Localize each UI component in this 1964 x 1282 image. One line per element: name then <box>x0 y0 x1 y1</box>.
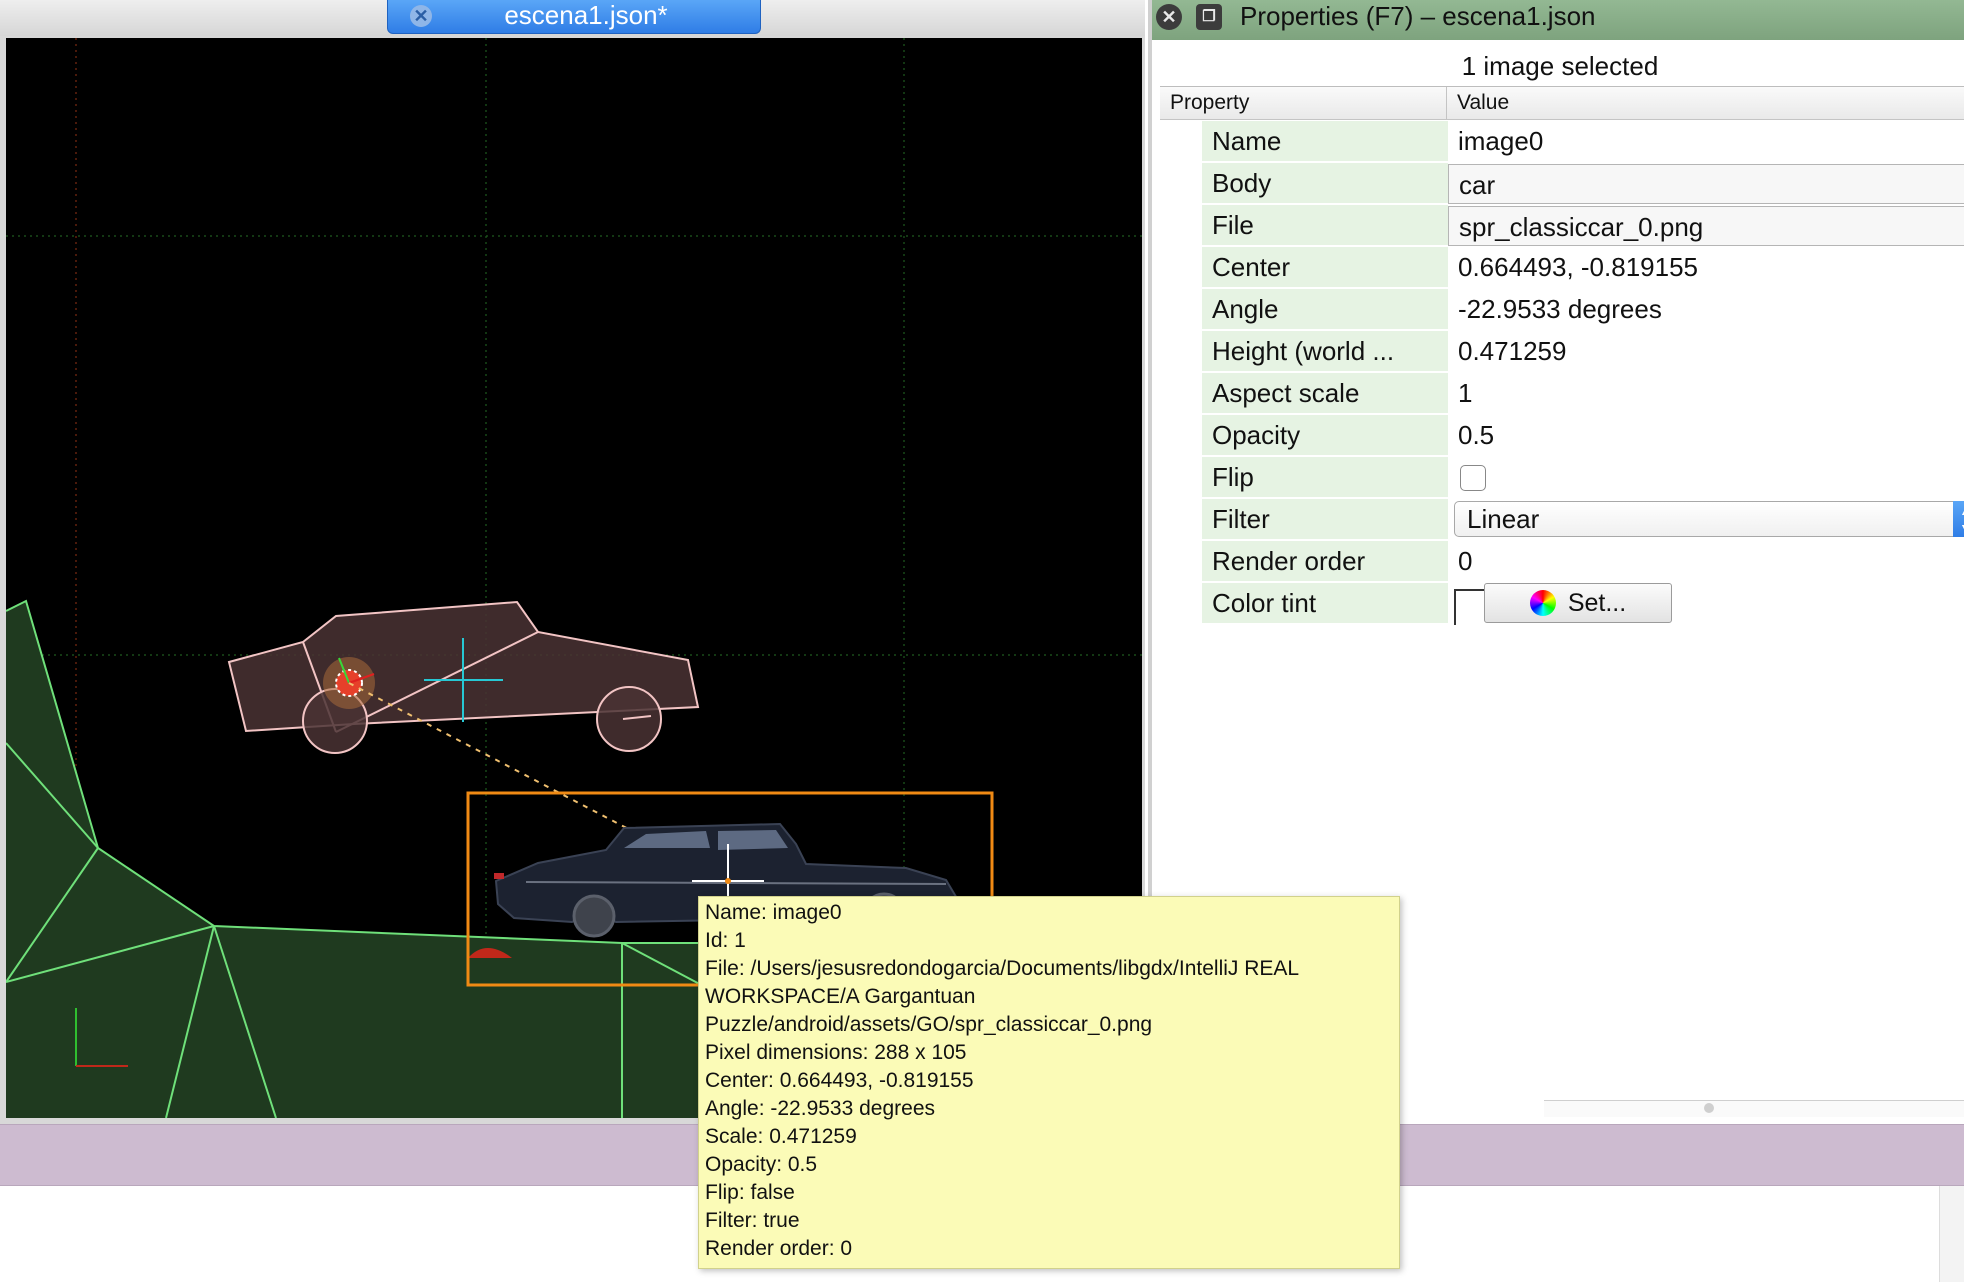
image-info-tooltip: Name: image0 Id: 1 File: /Users/jesusred… <box>698 896 1400 1269</box>
set-button-label: Set... <box>1567 589 1627 617</box>
set-color-button[interactable]: Set... <box>1484 583 1672 623</box>
tooltip-line: Opacity: 0.5 <box>705 1153 818 1176</box>
console-scrollbar[interactable] <box>1939 1186 1964 1282</box>
property-key: Name <box>1202 121 1448 161</box>
tooltip-line: Scale: 0.471259 <box>705 1125 857 1148</box>
name-value-field[interactable]: image0 <box>1448 121 1964 161</box>
height-value-field[interactable]: 0.471259 <box>1448 331 1964 371</box>
property-row-filter: Filter Linear ▲▼ <box>1160 499 1964 541</box>
property-key: Center <box>1202 247 1448 287</box>
color-tint-value-cell: Set... <box>1448 583 1964 625</box>
scroll-knob[interactable] <box>1704 1103 1714 1113</box>
column-header-property: Property <box>1170 91 1250 114</box>
property-key: Angle <box>1202 289 1448 329</box>
car-body-outline[interactable] <box>227 600 700 754</box>
tab-escena1[interactable]: ✕ escena1.json* <box>387 0 761 34</box>
property-row-body: Body car <box>1160 163 1964 205</box>
property-key: File <box>1202 205 1448 245</box>
properties-titlebar: ✕ ❐ Properties (F7) – escena1.json <box>1152 0 1964 40</box>
property-row-height: Height (world ... 0.471259 <box>1160 331 1964 373</box>
property-row-color-tint: Color tint Set... <box>1160 583 1964 625</box>
property-row-name: Name image0 <box>1160 121 1964 163</box>
tooltip-line: Filter: true <box>705 1209 800 1232</box>
opacity-value-field[interactable]: 0.5 <box>1448 415 1964 455</box>
tooltip-line: Render order: 0 <box>705 1237 853 1260</box>
flip-checkbox[interactable] <box>1460 465 1486 491</box>
property-row-aspect-scale: Aspect scale 1 <box>1160 373 1964 415</box>
body-value-field[interactable]: car <box>1448 164 1964 204</box>
close-panel-icon[interactable]: ✕ <box>1156 4 1182 30</box>
angle-value-field[interactable]: -22.9533 degrees <box>1448 289 1964 329</box>
filter-selected-value: Linear <box>1467 504 1540 534</box>
editor-titlebar: ✕ escena1.json* <box>0 0 1145 37</box>
property-key: Render order <box>1202 541 1448 581</box>
property-key: Body <box>1202 163 1448 203</box>
property-table-header: Property Value <box>1160 87 1964 120</box>
tab-label: escena1.json* <box>504 0 668 30</box>
tooltip-line: Angle: -22.9533 degrees <box>705 1097 936 1120</box>
properties-horizontal-scrollbar[interactable] <box>1544 1100 1964 1117</box>
aspect-scale-value-field[interactable]: 1 <box>1448 373 1964 413</box>
property-row-render-order: Render order 0 <box>1160 541 1964 583</box>
center-value-field[interactable]: 0.664493, -0.819155 <box>1448 247 1964 287</box>
tooltip-line: Id: 1 <box>705 929 746 952</box>
filter-select[interactable]: Linear ▲▼ <box>1454 501 1964 537</box>
flip-value-cell <box>1448 457 1964 497</box>
tooltip-line: Pixel dimensions: 288 x 105 <box>705 1041 967 1064</box>
property-row-flip: Flip <box>1160 457 1964 499</box>
select-arrows-icon: ▲▼ <box>1953 501 1964 537</box>
property-row-angle: Angle -22.9533 degrees <box>1160 289 1964 331</box>
property-key: Opacity <box>1202 415 1448 455</box>
property-row-opacity: Opacity 0.5 <box>1160 415 1964 457</box>
color-wheel-icon <box>1529 590 1556 616</box>
filter-value-cell: Linear ▲▼ <box>1448 499 1964 539</box>
restore-window-icon[interactable]: ❐ <box>1196 4 1222 30</box>
tooltip-line: Flip: false <box>705 1181 795 1204</box>
tooltip-line: Puzzle/android/assets/GO/spr_classiccar_… <box>705 1013 1153 1036</box>
properties-title: Properties (F7) – escena1.json <box>1240 1 1596 31</box>
column-header-value: Value <box>1446 87 1509 119</box>
tooltip-line: Name: image0 <box>705 901 842 924</box>
property-key: Filter <box>1202 499 1448 539</box>
tooltip-line: Center: 0.664493, -0.819155 <box>705 1069 974 1092</box>
property-key: Aspect scale <box>1202 373 1448 413</box>
property-row-file: File spr_classiccar_0.png <box>1160 205 1964 247</box>
tooltip-line: WORKSPACE/A Gargantuan <box>705 985 976 1008</box>
selection-summary: 1 image selected <box>1461 51 1659 81</box>
property-key: Color tint <box>1202 583 1448 623</box>
tooltip-line: File: /Users/jesusredondogarcia/Document… <box>705 957 1300 980</box>
property-key: Height (world ... <box>1202 331 1448 371</box>
file-value-field[interactable]: spr_classiccar_0.png <box>1448 206 1964 246</box>
close-tab-icon[interactable]: ✕ <box>410 5 432 27</box>
property-key: Flip <box>1202 457 1448 497</box>
property-row-center: Center 0.664493, -0.819155 <box>1160 247 1964 289</box>
render-order-value-field[interactable]: 0 <box>1448 541 1964 581</box>
